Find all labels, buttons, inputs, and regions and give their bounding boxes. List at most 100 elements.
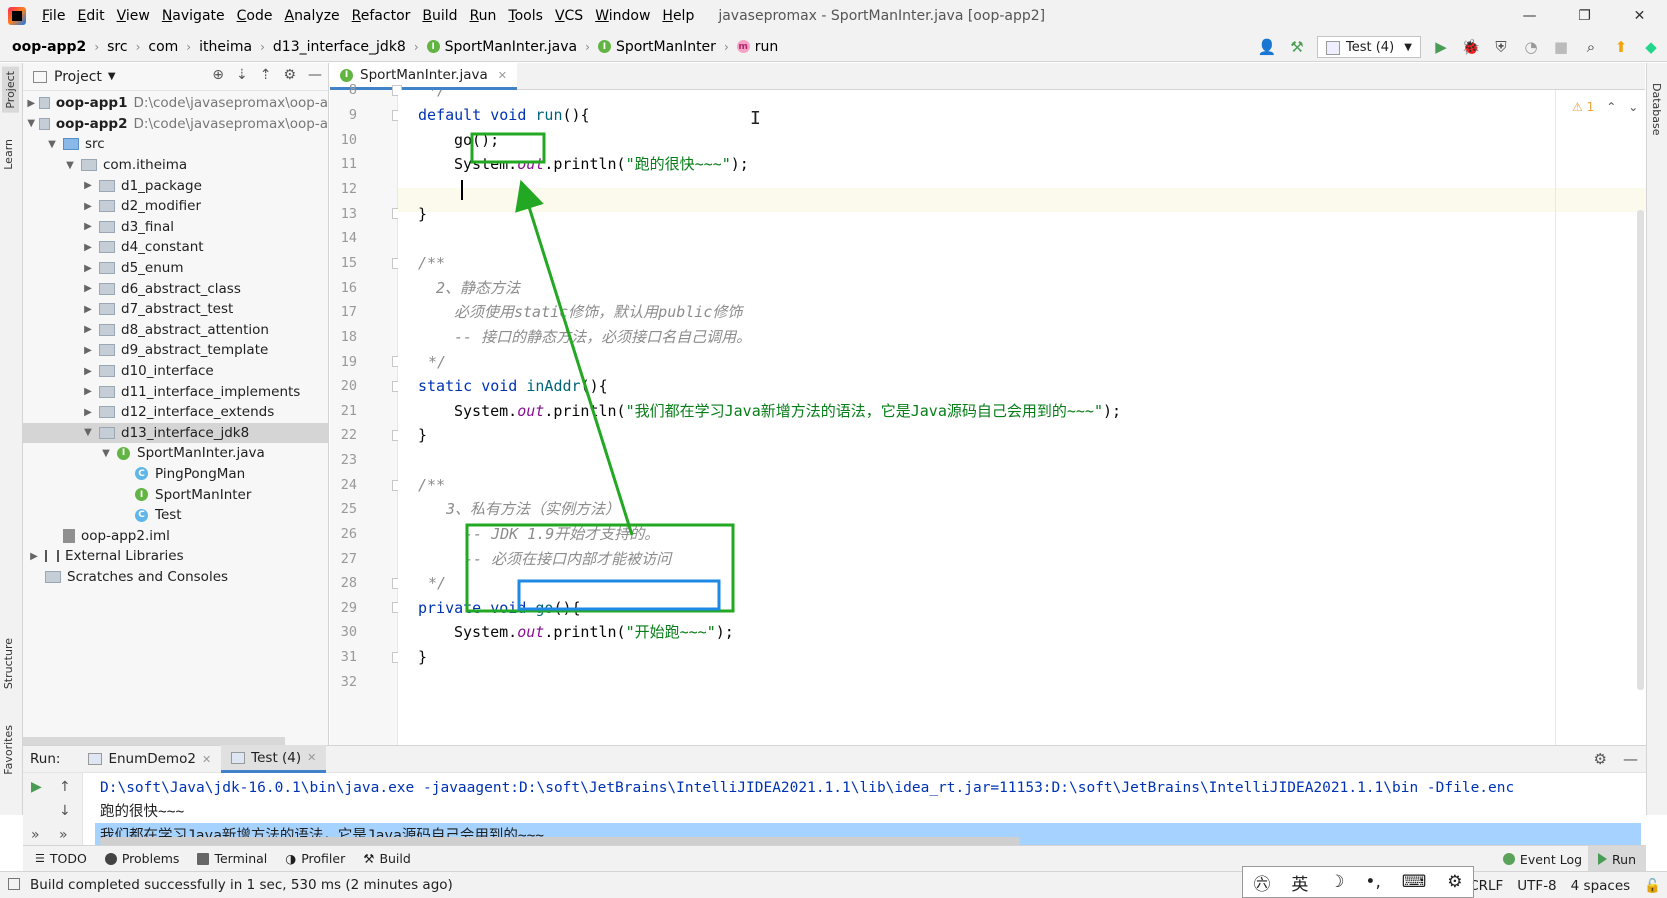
horizontal-scrollbar[interactable] bbox=[100, 837, 1020, 845]
menu-window[interactable]: Window bbox=[589, 8, 656, 24]
chevron-right-icon[interactable]: ▶ bbox=[81, 386, 95, 397]
chevron-right-icon[interactable]: ▶ bbox=[81, 283, 95, 294]
tree-item-package[interactable]: ▶ d7_abstract_test bbox=[23, 299, 328, 320]
chevron-down-icon[interactable]: ▼ bbox=[108, 71, 116, 82]
learn-tool-tab[interactable]: Learn bbox=[2, 139, 15, 170]
menu-build[interactable]: Build bbox=[416, 8, 463, 24]
database-tool-tab[interactable]: Database bbox=[1650, 83, 1663, 136]
more-icon[interactable]: » bbox=[59, 827, 68, 843]
indent-setting[interactable]: 4 spaces bbox=[1571, 878, 1631, 894]
warning-count[interactable]: ⚠ 1 bbox=[1572, 100, 1594, 114]
maximize-button[interactable]: ❐ bbox=[1557, 0, 1612, 32]
chevron-right-icon[interactable]: ▶ bbox=[81, 201, 95, 212]
run-console[interactable]: D:\soft\Java\jdk-16.0.1\bin\java.exe -ja… bbox=[84, 773, 1646, 845]
project-panel-title[interactable]: Project bbox=[54, 69, 102, 85]
tree-item-package[interactable]: ▶ d12_interface_extends bbox=[23, 402, 328, 423]
crumb-itheima[interactable]: itheima bbox=[199, 39, 252, 55]
ime-logo-icon[interactable]: ㊅ bbox=[1253, 870, 1270, 895]
update-icon[interactable]: ⬆ bbox=[1611, 38, 1631, 56]
crumb-module[interactable]: oop-app2 bbox=[12, 39, 86, 55]
run-config-select[interactable]: Test (4) ▼ bbox=[1317, 36, 1421, 58]
tab-sportmaninter[interactable]: I SportManInter.java ✕ bbox=[330, 63, 517, 90]
inspection-widget[interactable]: ⚠ 1 ⌃ ⌄ bbox=[1572, 100, 1638, 114]
chevron-right-icon[interactable]: ▶ bbox=[27, 98, 35, 109]
menu-run[interactable]: Run bbox=[464, 8, 503, 24]
crumb-file[interactable]: I SportManInter.java bbox=[426, 39, 577, 55]
line-separator[interactable]: CRLF bbox=[1469, 878, 1503, 894]
hide-icon[interactable]: — bbox=[1623, 750, 1638, 768]
chevron-right-icon[interactable]: ▶ bbox=[27, 551, 41, 562]
next-highlight-icon[interactable]: ⌄ bbox=[1628, 100, 1638, 114]
tree-item-interface[interactable]: I SportManInter bbox=[23, 484, 328, 505]
tree-item-package[interactable]: ▶ d2_modifier bbox=[23, 196, 328, 217]
tree-item-class[interactable]: C PingPongMan bbox=[23, 464, 328, 485]
tree-item-external-libraries[interactable]: ▶ External Libraries bbox=[23, 546, 328, 567]
menu-analyze[interactable]: Analyze bbox=[278, 8, 345, 24]
tree-item-package[interactable]: ▶ d9_abstract_template bbox=[23, 340, 328, 361]
chevron-down-icon[interactable]: ▼ bbox=[45, 139, 59, 150]
profile-icon[interactable]: ◔ bbox=[1521, 38, 1541, 56]
gear-icon[interactable]: ⚙ bbox=[283, 67, 296, 83]
run-icon[interactable]: ▶ bbox=[1431, 38, 1451, 56]
close-window-button[interactable]: ✕ bbox=[1612, 0, 1667, 32]
menu-code[interactable]: Code bbox=[231, 8, 279, 24]
run-tab-test[interactable]: Test (4) ✕ bbox=[221, 745, 327, 773]
file-encoding[interactable]: UTF-8 bbox=[1517, 878, 1556, 894]
tree-item-package[interactable]: ▶ d1_package bbox=[23, 175, 328, 196]
chevron-down-icon[interactable]: ▼ bbox=[99, 448, 113, 459]
chevron-right-icon[interactable]: ▶ bbox=[81, 180, 95, 191]
tree-item-oop-app2[interactable]: ▼ oop-app2 D:\code\javasepromax\oop-a bbox=[23, 114, 328, 135]
chevron-right-icon[interactable]: ▶ bbox=[81, 221, 95, 232]
gear-icon[interactable]: ⚙ bbox=[1594, 750, 1607, 768]
crumb-method[interactable]: m run bbox=[736, 39, 778, 55]
jetbrains-icon[interactable]: ◆ bbox=[1641, 38, 1661, 56]
crumb-src[interactable]: src bbox=[107, 39, 127, 55]
chevron-right-icon[interactable]: ▶ bbox=[81, 242, 95, 253]
stop-icon[interactable]: ■ bbox=[1551, 38, 1571, 56]
rerun-icon[interactable]: ▶ bbox=[31, 779, 42, 795]
tree-item-oop-app1[interactable]: ▶ oop-app1 D:\code\javasepromax\oop-a bbox=[23, 93, 328, 114]
more-icon[interactable]: » bbox=[31, 827, 40, 843]
chevron-right-icon[interactable]: ▶ bbox=[81, 345, 95, 356]
up-arrow-icon[interactable]: ↑ bbox=[59, 779, 71, 795]
collapse-all-icon[interactable]: ⇡ bbox=[260, 67, 272, 83]
keyboard-icon[interactable]: ⌨ bbox=[1402, 872, 1427, 892]
close-icon[interactable]: ✕ bbox=[498, 69, 507, 82]
search-icon[interactable]: ⌕ bbox=[1581, 38, 1601, 56]
ime-language-toggle[interactable]: 英 bbox=[1291, 870, 1308, 895]
down-arrow-icon[interactable]: ↓ bbox=[59, 803, 71, 819]
menu-vcs[interactable]: VCS bbox=[549, 8, 589, 24]
lock-icon[interactable]: 🔓 bbox=[1644, 878, 1661, 894]
chevron-down-icon[interactable]: ▼ bbox=[81, 427, 95, 438]
menu-tools[interactable]: Tools bbox=[502, 8, 549, 24]
tree-item-java-file[interactable]: ▼ I SportManInter.java bbox=[23, 443, 328, 464]
project-tool-tab[interactable]: Project bbox=[2, 67, 19, 113]
problems-tool-button[interactable]: Problems bbox=[104, 851, 179, 866]
tree-item-package[interactable]: ▶ d3_final bbox=[23, 217, 328, 238]
menu-edit[interactable]: Edit bbox=[71, 8, 110, 24]
todo-tool-button[interactable]: ☰ TODO bbox=[35, 851, 87, 866]
event-log-button[interactable]: Event Log bbox=[1502, 852, 1582, 867]
close-icon[interactable]: ✕ bbox=[307, 751, 316, 764]
run-tab-enumdemo2[interactable]: EnumDemo2 ✕ bbox=[78, 745, 221, 773]
tree-item-package[interactable]: ▶ d4_constant bbox=[23, 237, 328, 258]
menu-file[interactable]: File bbox=[36, 8, 71, 24]
menu-refactor[interactable]: Refactor bbox=[346, 8, 417, 24]
crumb-package[interactable]: d13_interface_jdk8 bbox=[273, 39, 406, 55]
close-icon[interactable]: ✕ bbox=[202, 753, 211, 766]
structure-tool-tab[interactable]: Structure bbox=[2, 638, 15, 689]
tree-item-package-selected[interactable]: ▼ d13_interface_jdk8 bbox=[23, 422, 328, 444]
coverage-icon[interactable]: ⛨ bbox=[1491, 38, 1511, 56]
profiler-tool-button[interactable]: ◑ Profiler bbox=[285, 851, 345, 866]
tree-item-package[interactable]: ▶ d5_enum bbox=[23, 258, 328, 279]
tree-item-package[interactable]: ▶ d6_abstract_class bbox=[23, 278, 328, 299]
vertical-scrollbar[interactable] bbox=[1637, 210, 1644, 690]
gear-icon[interactable]: ⚙ bbox=[1447, 872, 1462, 892]
punctuation-icon[interactable]: •, bbox=[1365, 872, 1380, 892]
minimize-button[interactable]: — bbox=[1502, 0, 1557, 32]
previous-highlight-icon[interactable]: ⌃ bbox=[1606, 100, 1616, 114]
menu-navigate[interactable]: Navigate bbox=[156, 8, 231, 24]
tree-item-src[interactable]: ▼ src bbox=[23, 134, 328, 155]
menu-help[interactable]: Help bbox=[656, 8, 700, 24]
debug-icon[interactable]: 🐞 bbox=[1461, 38, 1481, 56]
